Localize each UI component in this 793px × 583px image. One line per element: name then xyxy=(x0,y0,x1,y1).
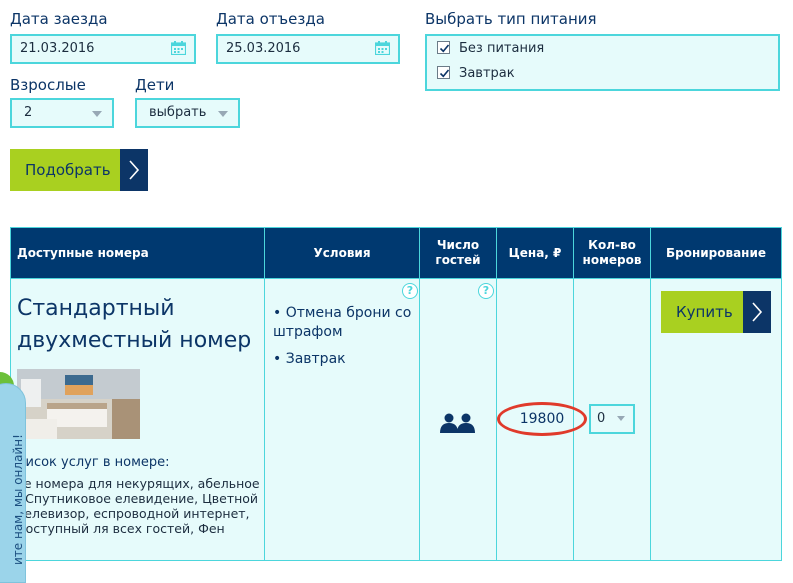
search-button[interactable]: Подобрать xyxy=(10,149,148,191)
children-select[interactable]: выбрать xyxy=(135,98,240,128)
header-price: Цена, ₽ xyxy=(496,227,574,279)
two-guests-icon xyxy=(440,413,475,433)
buy-button-label: Купить xyxy=(676,303,733,321)
checkout-date-value: 25.03.2016 xyxy=(226,41,301,56)
checkout-date-field[interactable]: 25.03.2016 xyxy=(216,34,400,64)
rooms-table: Доступные номера Условия Число гостей Це… xyxy=(10,227,782,561)
children-label: Дети xyxy=(135,76,175,94)
guests-cell: ? xyxy=(419,278,497,561)
chevron-right-icon xyxy=(743,291,771,333)
checkbox[interactable] xyxy=(437,66,450,79)
condition-item: • Отмена брони со штрафом xyxy=(273,305,412,340)
room-qty-value: 0 xyxy=(597,411,606,426)
adults-select[interactable]: 2 xyxy=(10,98,114,128)
meal-type-box: Без питания Завтрак xyxy=(425,34,780,91)
services-text: се номера для некурящих, абельное / Спут… xyxy=(17,476,260,536)
checkmark-icon xyxy=(439,44,450,53)
header-rooms: Доступные номера xyxy=(10,227,265,279)
header-guests: Число гостей xyxy=(419,227,497,279)
price-value: 19800 xyxy=(497,402,587,436)
chat-widget-text[interactable]: ите нам, мы онлайн! xyxy=(11,405,25,565)
checkin-date-value: 21.03.2016 xyxy=(20,41,95,56)
chevron-down-icon xyxy=(617,416,625,421)
buy-button[interactable]: Купить xyxy=(661,291,771,333)
condition-item: • Завтрак xyxy=(273,351,346,367)
search-button-label: Подобрать xyxy=(25,161,111,179)
header-conditions: Условия xyxy=(264,227,420,279)
calendar-icon[interactable] xyxy=(171,41,186,55)
meal-option-label: Без питания xyxy=(459,41,545,56)
room-photo[interactable] xyxy=(17,369,140,439)
adults-value: 2 xyxy=(24,105,33,120)
children-value: выбрать xyxy=(149,105,207,120)
meal-type-label: Выбрать тип питания xyxy=(425,10,597,28)
room-title[interactable]: Стандартный двухместный номер xyxy=(17,293,267,357)
booking-cell: Купить xyxy=(650,278,782,561)
checkout-label: Дата отъезда xyxy=(216,10,325,28)
checkin-label: Дата заезда xyxy=(10,10,108,28)
help-icon[interactable]: ? xyxy=(478,283,494,299)
meal-option-breakfast[interactable]: Завтрак xyxy=(437,66,515,84)
table-row: Стандартный двухместный номер писок услу… xyxy=(10,278,782,561)
room-photo-image xyxy=(17,369,140,439)
chevron-down-icon xyxy=(92,111,102,117)
header-qty: Кол-во номеров xyxy=(573,227,651,279)
room-info-cell: Стандартный двухместный номер писок услу… xyxy=(10,278,267,561)
condition-text: Отмена брони со штрафом xyxy=(273,305,412,340)
table-header-row: Доступные номера Условия Число гостей Це… xyxy=(10,227,782,279)
chevron-down-icon xyxy=(218,111,228,117)
adults-label: Взрослые xyxy=(10,76,86,94)
meal-option-no-meals[interactable]: Без питания xyxy=(437,41,544,59)
chevron-right-icon xyxy=(120,149,148,191)
room-qty-select[interactable]: 0 xyxy=(589,404,635,434)
conditions-cell: ? • Отмена брони со штрафом • Завтрак xyxy=(264,278,423,561)
calendar-icon[interactable] xyxy=(375,41,390,55)
header-booking: Бронирование xyxy=(650,227,782,279)
checkin-date-field[interactable]: 21.03.2016 xyxy=(10,34,196,64)
conditions-list: • Отмена брони со штрафом • Завтрак xyxy=(273,304,423,377)
services-title: писок услуг в номере: xyxy=(17,455,170,470)
checkmark-icon xyxy=(439,69,450,78)
checkbox[interactable] xyxy=(437,41,450,54)
help-icon[interactable]: ? xyxy=(402,283,418,299)
condition-text: Завтрак xyxy=(285,351,346,367)
meal-option-label: Завтрак xyxy=(459,66,515,81)
